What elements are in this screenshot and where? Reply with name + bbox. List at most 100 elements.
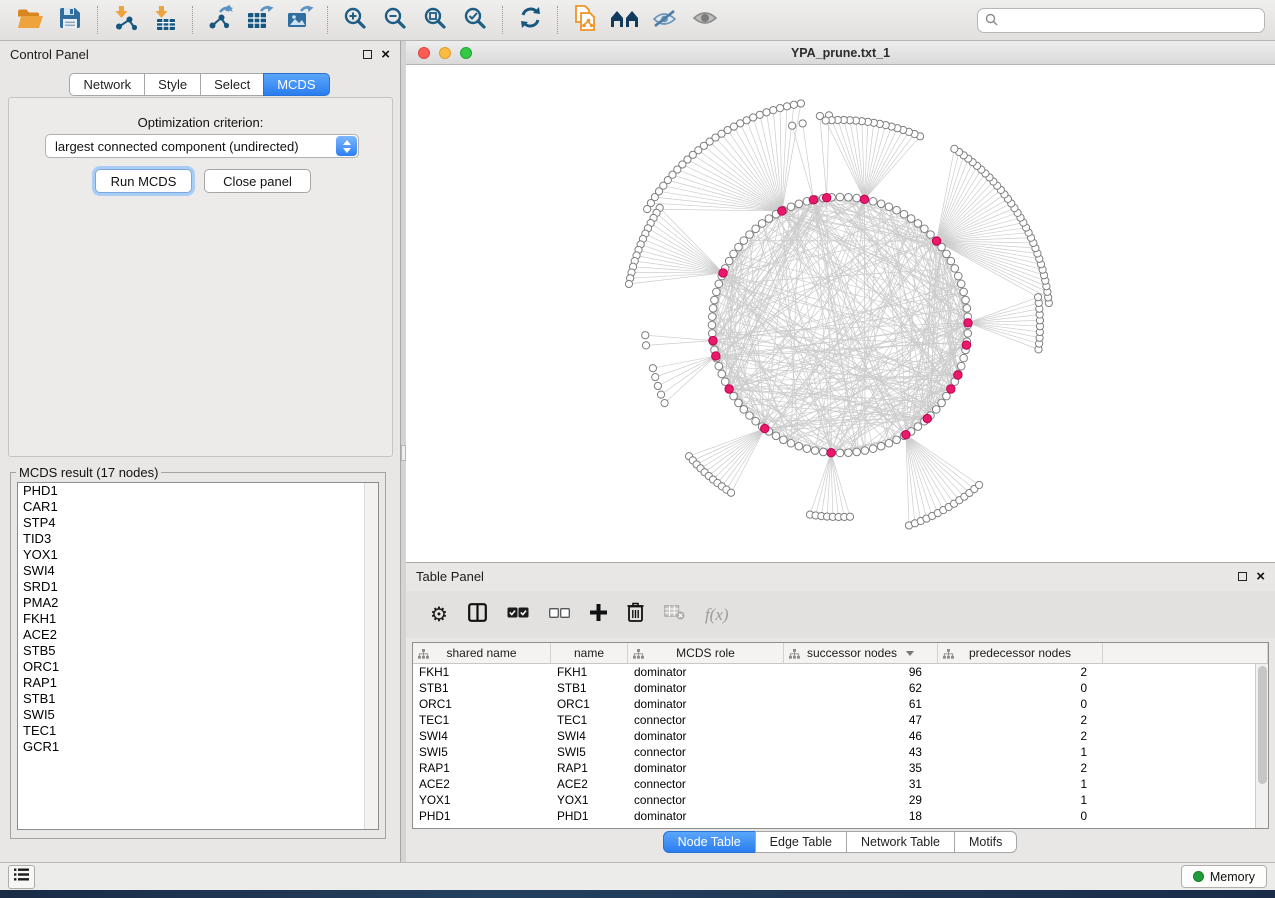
first-neighbors-button[interactable] xyxy=(605,4,645,36)
float-panel-icon[interactable] xyxy=(363,50,372,59)
tab-edge-table[interactable]: Edge Table xyxy=(755,831,847,853)
mcds-result-item[interactable]: CAR1 xyxy=(18,499,378,515)
add-column-button[interactable] xyxy=(590,604,607,626)
table-header: shared namenameMCDS role successor nodes p… xyxy=(413,643,1268,664)
window-minimize-icon[interactable] xyxy=(439,47,451,59)
memory-status-icon xyxy=(1193,871,1204,882)
table-settings-button[interactable]: ⚙ xyxy=(430,605,448,625)
table-row[interactable]: ORC1ORC1dominator610 xyxy=(413,696,1255,712)
toolbar-separator xyxy=(97,6,98,34)
table-cell: STB1 xyxy=(551,680,628,696)
zoom-selected-icon xyxy=(463,6,487,35)
table-cell: dominator xyxy=(628,664,784,680)
mcds-result-scrollbar[interactable] xyxy=(364,483,378,829)
split-panel-button[interactable] xyxy=(468,603,487,627)
column-header-predecessor-nodes[interactable]: predecessor nodes xyxy=(938,643,1103,663)
table-row[interactable]: PHD1PHD1dominator180 xyxy=(413,808,1255,824)
select-all-button[interactable] xyxy=(507,606,529,624)
mcds-result-item[interactable]: ACE2 xyxy=(18,627,378,643)
zoom-in-button[interactable] xyxy=(335,4,375,36)
table-row[interactable]: TEC1TEC1connector472 xyxy=(413,712,1255,728)
deselect-all-button[interactable] xyxy=(549,606,570,624)
import-network-button[interactable] xyxy=(105,4,145,36)
close-panel-icon[interactable]: × xyxy=(1256,572,1265,581)
tab-mcds[interactable]: MCDS xyxy=(263,73,329,96)
mcds-result-item[interactable]: PMA2 xyxy=(18,595,378,611)
export-image-button[interactable] xyxy=(280,4,320,36)
open-button[interactable] xyxy=(10,4,50,36)
table-scrollbar-thumb[interactable] xyxy=(1258,666,1267,784)
save-floppy-icon xyxy=(59,7,81,34)
export-table-button[interactable] xyxy=(240,4,280,36)
close-panel-button[interactable]: Close panel xyxy=(204,169,311,193)
mcds-result-items: PHD1CAR1STP4TID3YOX1SWI4SRD1PMA2FKH1ACE2… xyxy=(18,483,378,755)
column-header-name[interactable]: name xyxy=(551,643,628,663)
column-label: successor nodes xyxy=(807,646,897,660)
mcds-result-item[interactable]: TEC1 xyxy=(18,723,378,739)
column-header-shared-name[interactable]: shared name xyxy=(413,643,551,663)
duplicate-network-button[interactable] xyxy=(565,4,605,36)
table-row[interactable]: SWI4SWI4dominator462 xyxy=(413,728,1255,744)
table-cell: YOX1 xyxy=(551,792,628,808)
mcds-result-item[interactable]: ORC1 xyxy=(18,659,378,675)
column-header-successor-nodes[interactable]: successor nodes xyxy=(784,643,938,663)
tab-network-table[interactable]: Network Table xyxy=(846,831,955,853)
zoom-fit-button[interactable] xyxy=(415,4,455,36)
delete-table-button xyxy=(664,605,685,625)
table-row[interactable]: RAP1RAP1dominator352 xyxy=(413,760,1255,776)
mcds-result-item[interactable]: GCR1 xyxy=(18,739,378,755)
optimization-criterion-select[interactable]: largest connected component (undirected) xyxy=(45,134,359,158)
tab-node-table[interactable]: Node Table xyxy=(663,831,756,853)
table-cell: 29 xyxy=(784,792,938,808)
close-panel-icon[interactable]: × xyxy=(381,50,390,59)
export-network-button[interactable] xyxy=(200,4,240,36)
mcds-result-item[interactable]: SRD1 xyxy=(18,579,378,595)
show-all-button[interactable] xyxy=(685,4,725,36)
table-cell: 2 xyxy=(938,728,1103,744)
table-panel: Table Panel × ⚙ f(x) shared namenameMCDS… xyxy=(406,562,1275,858)
table-cell: 0 xyxy=(938,680,1103,696)
sort-caret-icon[interactable] xyxy=(906,651,914,656)
table-row[interactable]: SWI5SWI5connector431 xyxy=(413,744,1255,760)
delete-column-button[interactable] xyxy=(627,602,644,627)
plus-icon xyxy=(590,604,607,626)
window-close-icon[interactable] xyxy=(418,47,430,59)
mcds-result-item[interactable]: YOX1 xyxy=(18,547,378,563)
mcds-result-item[interactable]: TID3 xyxy=(18,531,378,547)
mcds-result-item[interactable]: STB5 xyxy=(18,643,378,659)
save-button[interactable] xyxy=(50,4,90,36)
refresh-button[interactable] xyxy=(510,4,550,36)
column-header-filler xyxy=(1103,643,1268,663)
search-input[interactable] xyxy=(977,8,1265,33)
mcds-result-item[interactable]: RAP1 xyxy=(18,675,378,691)
zoom-selected-button[interactable] xyxy=(455,4,495,36)
column-header-mcds-role[interactable]: MCDS role xyxy=(628,643,784,663)
mcds-result-item[interactable]: STP4 xyxy=(18,515,378,531)
window-maximize-icon[interactable] xyxy=(460,47,472,59)
control-panel-titlebar: Control Panel × xyxy=(0,41,400,68)
table-toolbar: ⚙ f(x) xyxy=(406,591,1275,638)
import-table-button[interactable] xyxy=(145,4,185,36)
table-row[interactable]: ACE2ACE2connector311 xyxy=(413,776,1255,792)
mcds-result-item[interactable]: PHD1 xyxy=(18,483,378,499)
float-panel-icon[interactable] xyxy=(1238,572,1247,581)
memory-button[interactable]: Memory xyxy=(1181,865,1267,888)
table-row[interactable]: YOX1YOX1connector291 xyxy=(413,792,1255,808)
zoom-out-button[interactable] xyxy=(375,4,415,36)
table-scrollbar[interactable] xyxy=(1255,664,1268,828)
tab-select[interactable]: Select xyxy=(200,73,264,96)
run-mcds-button[interactable]: Run MCDS xyxy=(95,169,192,193)
table-row[interactable]: FKH1FKH1dominator962 xyxy=(413,664,1255,680)
mcds-result-item[interactable]: FKH1 xyxy=(18,611,378,627)
mcds-result-item[interactable]: SWI5 xyxy=(18,707,378,723)
tab-network[interactable]: Network xyxy=(69,73,145,96)
mcds-result-item[interactable]: STB1 xyxy=(18,691,378,707)
tab-motifs[interactable]: Motifs xyxy=(954,831,1017,853)
hide-selected-button[interactable] xyxy=(645,4,685,36)
task-history-button[interactable] xyxy=(8,865,35,889)
tab-style[interactable]: Style xyxy=(144,73,201,96)
network-graph[interactable] xyxy=(406,65,1275,562)
table-row[interactable]: STB1STB1dominator620 xyxy=(413,680,1255,696)
control-panel-tabs: NetworkStyleSelectMCDS xyxy=(0,73,400,96)
mcds-result-item[interactable]: SWI4 xyxy=(18,563,378,579)
